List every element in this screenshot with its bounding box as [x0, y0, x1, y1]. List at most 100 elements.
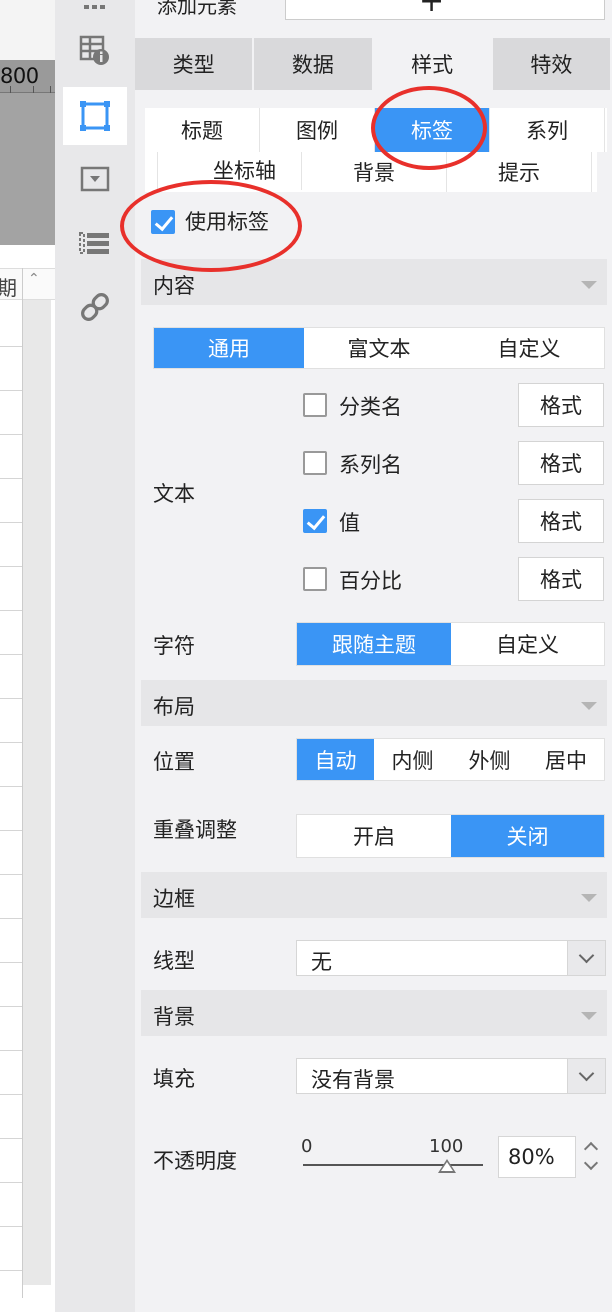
category-name-checkbox[interactable] [303, 393, 327, 417]
rail-link[interactable] [63, 278, 127, 336]
opacity-min-label: 0 [301, 1136, 313, 1157]
ruler-tick [10, 86, 11, 93]
grid-row-line [0, 786, 22, 787]
grid-row-line [0, 478, 22, 479]
subtab-axis[interactable]: 坐标轴 [157, 152, 302, 190]
tab-data[interactable]: 数据 [254, 38, 374, 90]
series-name-label: 系列名 [339, 453, 402, 477]
grid-column-header[interactable]: 期 ⌃ [0, 268, 55, 300]
chevron-down-icon[interactable] [567, 941, 605, 975]
layout-list-icon [79, 232, 109, 254]
position-auto[interactable]: 自动 [297, 739, 374, 780]
grid-row-line [0, 522, 22, 523]
tab-type[interactable]: 类型 [135, 38, 255, 90]
percent-format-button[interactable]: 格式 [518, 557, 604, 601]
subtab-title[interactable]: 标题 [145, 108, 260, 152]
tab-style[interactable]: 样式 [373, 38, 493, 90]
grid-top-band [0, 0, 55, 60]
grid-row-line [0, 962, 22, 963]
overlap-off[interactable]: 关闭 [451, 815, 604, 857]
collapse-caret-icon [581, 702, 597, 710]
subtab-series[interactable]: 系列 [490, 108, 605, 152]
char-mode-custom[interactable]: 自定义 [451, 623, 604, 665]
border-section-header[interactable]: 边框 [141, 872, 607, 918]
style-subtabs-row2: 坐标轴 背景 提示 [145, 152, 597, 192]
grid-row-line [0, 566, 22, 567]
percent-checkbox[interactable] [303, 567, 327, 591]
use-label-checkbox[interactable] [151, 210, 175, 234]
subtab-background[interactable]: 背景 [302, 152, 447, 192]
use-label-text: 使用标签 [185, 210, 269, 234]
add-element-row: 添加元素 + [135, 0, 612, 38]
position-inside[interactable]: 内侧 [374, 739, 451, 780]
chevron-down-icon[interactable] [583, 1155, 599, 1171]
background-section-header[interactable]: 背景 [141, 990, 607, 1036]
chart-frame-icon [80, 101, 110, 131]
fill-select[interactable]: 没有背景 [296, 1058, 606, 1094]
rail-layout-list[interactable] [63, 214, 127, 272]
position-center[interactable]: 居中 [528, 739, 604, 780]
line-type-value: 无 [311, 950, 332, 974]
spreadsheet-strip: 800 期 ⌃ [0, 0, 55, 1312]
grid-scrollbar[interactable] [23, 300, 51, 1285]
chevron-down-icon[interactable] [567, 1059, 605, 1093]
grid-row-line [0, 830, 22, 831]
position-outside[interactable]: 外侧 [451, 739, 528, 780]
main-tabs: 类型 数据 样式 特效 [135, 38, 612, 90]
value-checkbox[interactable] [303, 509, 327, 533]
category-name-format-button[interactable]: 格式 [518, 383, 604, 427]
opacity-slider-thumb[interactable] [438, 1159, 456, 1173]
opacity-label: 不透明度 [153, 1149, 237, 1173]
chevron-up-icon[interactable] [583, 1141, 599, 1157]
content-mode-custom[interactable]: 自定义 [454, 328, 604, 368]
char-mode-toggle: 跟随主题 自定义 [296, 622, 605, 666]
layout-section-header[interactable]: 布局 [141, 680, 607, 726]
char-mode-theme[interactable]: 跟随主题 [297, 623, 451, 665]
series-name-checkbox[interactable] [303, 451, 327, 475]
line-type-select[interactable]: 无 [296, 940, 606, 976]
grid-row-line [0, 434, 22, 435]
content-mode-general[interactable]: 通用 [154, 328, 304, 368]
opacity-input[interactable]: 80% [498, 1136, 576, 1178]
grid-row-line [0, 1006, 22, 1007]
line-type-label: 线型 [153, 949, 195, 973]
fill-label: 填充 [153, 1067, 195, 1091]
position-label: 位置 [153, 750, 195, 774]
rail-chart-frame[interactable] [63, 87, 127, 145]
overlap-toggle: 开启 关闭 [296, 814, 605, 858]
rail-widget-dropdown[interactable] [63, 150, 127, 208]
grid-row-line [0, 874, 22, 875]
position-toggle: 自动 内侧 外侧 居中 [296, 738, 605, 781]
subtab-legend[interactable]: 图例 [260, 108, 375, 152]
rail-table-settings[interactable] [63, 22, 127, 80]
grid-row-line [0, 1226, 22, 1227]
content-mode-richtext[interactable]: 富文本 [304, 328, 454, 368]
series-name-format-button[interactable]: 格式 [518, 441, 604, 485]
grid-row-line [0, 346, 22, 347]
border-section-title: 边框 [153, 887, 195, 911]
opacity-value: 80% [508, 1145, 555, 1169]
ruler-tick [50, 86, 51, 93]
add-element-label: 添加元素 [157, 0, 237, 18]
overlap-on[interactable]: 开启 [297, 815, 451, 857]
grid-header-value: 800 [0, 64, 39, 88]
category-name-label: 分类名 [339, 395, 402, 419]
subtab-label[interactable]: 标签 [375, 108, 490, 152]
grid-row-line [0, 698, 22, 699]
value-format-button[interactable]: 格式 [518, 499, 604, 543]
add-element-button[interactable]: + [285, 0, 605, 20]
background-section-title: 背景 [153, 1005, 195, 1029]
content-section-title: 内容 [153, 274, 195, 298]
sort-caret-icon[interactable]: ⌃ [28, 271, 40, 287]
tab-effects[interactable]: 特效 [492, 38, 612, 90]
collapse-caret-icon [581, 281, 597, 289]
link-icon [81, 293, 109, 321]
opacity-slider-track[interactable] [303, 1164, 483, 1166]
subtab-tooltip[interactable]: 提示 [447, 152, 592, 192]
opacity-stepper[interactable] [579, 1136, 605, 1178]
value-label: 值 [339, 511, 360, 535]
grid-row-line [0, 1050, 22, 1051]
content-section-header[interactable]: 内容 [141, 259, 607, 305]
grid-row-line [0, 654, 22, 655]
layout-section-title: 布局 [153, 695, 195, 719]
